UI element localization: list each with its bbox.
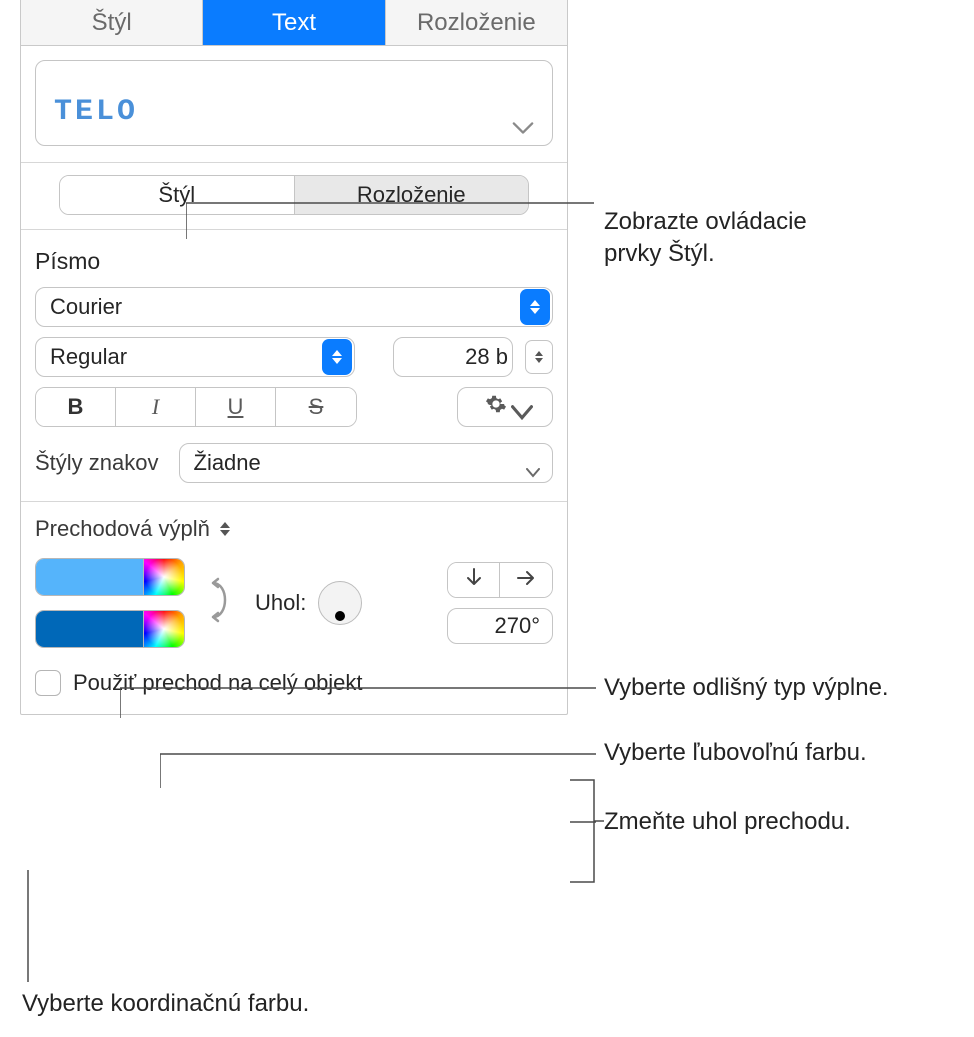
paragraph-style-dropdown[interactable]: TELO: [35, 60, 553, 146]
tab-text[interactable]: Text: [203, 0, 385, 45]
swap-colors-icon[interactable]: [205, 577, 235, 629]
chevron-down-icon: [526, 458, 540, 468]
color-picker-icon[interactable]: [143, 611, 184, 647]
color-picker-icon[interactable]: [143, 559, 184, 595]
angle-dial[interactable]: [318, 581, 362, 625]
callout-angle: Zmeňte uhol prechodu.: [604, 806, 851, 838]
angle-dial-indicator: [335, 611, 345, 621]
apply-whole-object-checkbox[interactable]: [35, 670, 61, 696]
gradient-direction-buttons: [447, 562, 553, 598]
strikethrough-button[interactable]: S: [276, 388, 356, 426]
font-family-value: Courier: [50, 294, 520, 320]
angle-label: Uhol:: [255, 590, 306, 616]
arrow-right-icon: [516, 567, 536, 593]
angle-value-field[interactable]: 270°: [447, 608, 553, 644]
font-weight-value: Regular: [50, 344, 322, 370]
italic-button[interactable]: I: [116, 388, 196, 426]
chevron-down-icon: [512, 115, 534, 129]
bold-button[interactable]: B: [36, 388, 116, 426]
paragraph-style-name: TELO: [54, 95, 138, 129]
text-style-buttons: B I U S: [35, 387, 357, 427]
gear-icon: [485, 393, 507, 421]
tab-style[interactable]: Štýl: [21, 0, 203, 45]
gradient-vertical-button[interactable]: [448, 563, 500, 597]
fill-type-popup[interactable]: [220, 522, 230, 536]
color-swatch-2[interactable]: [36, 611, 143, 647]
angle-value: 270°: [494, 613, 540, 639]
font-section-label: Písmo: [35, 248, 553, 275]
callout-coord-color: Vyberte koordinačnú farbu.: [22, 988, 309, 1020]
color-swatch-1[interactable]: [36, 559, 143, 595]
select-arrows-icon: [322, 339, 352, 375]
format-inspector-panel: Štýl Text Rozloženie TELO Štýl Rozloženi…: [20, 0, 568, 715]
main-tabs: Štýl Text Rozloženie: [21, 0, 567, 46]
gradient-horizontal-button[interactable]: [500, 563, 552, 597]
font-weight-select[interactable]: Regular: [35, 337, 355, 377]
select-arrows-icon: [520, 289, 550, 325]
character-styles-select[interactable]: Žiadne: [179, 443, 554, 483]
gradient-color-2[interactable]: [35, 610, 185, 648]
callout-any-color: Vyberte ľubovoľnú farbu.: [604, 737, 867, 769]
font-size-value: 28 b: [394, 344, 510, 370]
advanced-options-button[interactable]: [457, 387, 553, 427]
arrow-down-icon: [465, 567, 483, 593]
fill-type-label: Prechodová výplň: [35, 516, 210, 542]
gradient-color-1[interactable]: [35, 558, 185, 596]
font-family-select[interactable]: Courier: [35, 287, 553, 327]
tab-layout[interactable]: Rozloženie: [386, 0, 567, 45]
callout-fill-type: Vyberte odlišný typ výplne.: [604, 672, 889, 704]
underline-button[interactable]: U: [196, 388, 276, 426]
font-size-field[interactable]: 28 b: [393, 337, 513, 377]
character-styles-label: Štýly znakov: [35, 450, 159, 476]
chevron-down-icon: [511, 402, 525, 412]
font-size-stepper[interactable]: [525, 340, 553, 374]
character-styles-value: Žiadne: [194, 450, 527, 476]
callout-show-style: Zobrazte ovládacie prvky Štýl.: [604, 206, 807, 271]
